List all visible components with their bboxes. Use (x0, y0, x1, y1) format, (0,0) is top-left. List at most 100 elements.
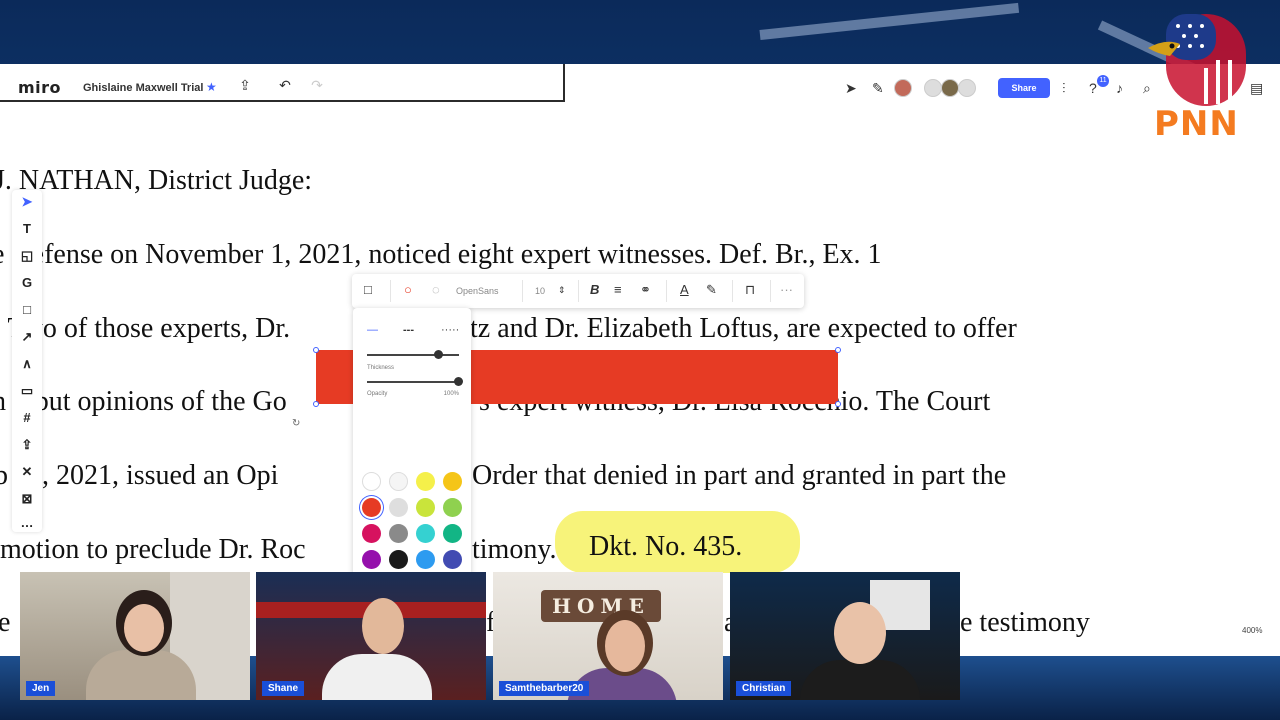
google-drive-icon[interactable]: G (19, 275, 35, 291)
opacity-knob[interactable] (454, 377, 463, 386)
avatar[interactable] (958, 79, 976, 97)
color-swatch[interactable] (389, 472, 408, 491)
video-tile-christian[interactable]: Christian (730, 572, 960, 700)
doc-line-4a: h rebut opinions of the Go (0, 386, 287, 417)
avatar[interactable] (894, 79, 912, 97)
face (834, 602, 886, 664)
participant-name: Shane (262, 681, 305, 696)
settings-sliders-icon[interactable]: ⫶ (1062, 80, 1066, 97)
fill-color-icon[interactable]: ◌ (432, 282, 440, 297)
color-swatch[interactable] (443, 498, 462, 517)
color-swatch[interactable] (416, 550, 435, 569)
upload-icon[interactable]: ⇪ (19, 437, 35, 453)
highlighter-icon[interactable]: ✎ (706, 282, 717, 298)
doc-line-7a: e (0, 607, 11, 638)
face (124, 604, 164, 652)
video-tile-jen[interactable]: Jen (20, 572, 250, 700)
highlighted-text: Dkt. No. 435. (589, 531, 743, 562)
participant-name: Samthebarber20 (499, 681, 590, 696)
comment-icon[interactable]: ▭ (19, 383, 35, 399)
lock-icon[interactable]: ⊓ (745, 282, 755, 298)
doc-line-1: J. NATHAN, District Judge: (0, 165, 313, 196)
selection-handle[interactable] (835, 347, 841, 353)
border-style-panel: — --- ····· Thickness Opacity 100% (353, 308, 471, 578)
video-tile-samthebarber20[interactable]: HOME Samthebarber20 (493, 572, 723, 700)
pen-tool-icon[interactable]: ∧ (19, 356, 35, 372)
text-tool-icon[interactable]: T (19, 221, 35, 237)
align-icon[interactable]: ≡ (614, 282, 622, 297)
color-swatch[interactable] (416, 498, 435, 517)
doc-line-7d: e testimony (960, 607, 1090, 638)
person (800, 660, 920, 700)
dashed-line-option[interactable]: --- (403, 324, 414, 336)
doc-line-5b: Order that denied in part and granted in… (472, 460, 1007, 491)
font-size-select[interactable]: 10 (535, 286, 545, 296)
cursor-icon[interactable]: ➤ (845, 80, 857, 97)
opacity-slider[interactable] (367, 377, 463, 386)
color-swatch[interactable] (443, 524, 462, 543)
board-title-panel: miro Ghislaine Maxwell Trial ★ ⇪ ↶ ↷ (0, 64, 565, 102)
border-color-icon[interactable]: ○ (404, 282, 412, 297)
font-size-stepper-icon[interactable]: ⇕ (558, 285, 566, 296)
thickness-slider[interactable] (367, 350, 459, 359)
color-swatch[interactable] (416, 524, 435, 543)
selection-handle[interactable] (313, 401, 319, 407)
redo-icon[interactable]: ↷ (308, 77, 326, 94)
text-color-icon[interactable]: A (680, 282, 689, 297)
solid-line-option[interactable]: — (367, 324, 378, 336)
bell-icon[interactable]: ♪ (1116, 80, 1123, 96)
doc-line-3b: tz and Dr. Elizabeth Loftus, are expecte… (470, 313, 1017, 344)
zoom-level[interactable]: 400% (1242, 626, 1262, 635)
person (86, 650, 196, 700)
bold-icon[interactable]: B (590, 282, 599, 297)
link-icon[interactable]: ⚭ (640, 282, 651, 298)
miro-board[interactable]: miro Ghislaine Maxwell Trial ★ ⇪ ↶ ↷ ➤ ✎… (0, 64, 1280, 656)
color-swatch[interactable] (416, 472, 435, 491)
dotted-line-option[interactable]: ····· (441, 324, 459, 336)
miro-logo[interactable]: miro (18, 78, 61, 97)
connection-line-icon[interactable]: ↗ (19, 329, 35, 345)
sticky-note-icon[interactable]: ◱ (19, 248, 35, 264)
color-swatch[interactable] (443, 472, 462, 491)
color-swatch[interactable] (362, 472, 381, 491)
color-swatch[interactable] (389, 550, 408, 569)
board-title[interactable]: Ghislaine Maxwell Trial (83, 82, 203, 94)
more-options-icon[interactable]: ··· (780, 282, 793, 297)
video-tile-shane[interactable]: Shane (256, 572, 486, 700)
shape-type-icon[interactable]: □ (364, 282, 372, 297)
top-bar: miro Ghislaine Maxwell Trial ★ ⇪ ↶ ↷ ➤ ✎… (0, 64, 1280, 112)
more-tools-icon[interactable]: … (19, 515, 35, 531)
undo-icon[interactable]: ↶ (276, 77, 294, 94)
participant-name: Jen (26, 681, 56, 696)
font-select[interactable]: OpenSans (456, 286, 499, 296)
pnn-logo-text: PNN (1154, 104, 1239, 144)
star-icon[interactable]: ★ (206, 80, 217, 94)
color-swatch[interactable] (362, 524, 381, 543)
celebrate-icon[interactable]: ✎ (872, 80, 884, 97)
rotate-icon[interactable]: ↻ (292, 418, 300, 429)
color-swatch[interactable] (362, 550, 381, 569)
select-cursor-icon[interactable]: ➤ (19, 194, 35, 210)
thickness-label: Thickness (367, 365, 395, 371)
context-toolbar: □ ○ ◌ OpenSans 10 ⇕ B ≡ ⚭ A ✎ ⊓ ··· (352, 274, 804, 308)
help-icon[interactable]: ? (1089, 80, 1097, 96)
selection-handle[interactable] (835, 401, 841, 407)
doc-line-6b: timony. (472, 534, 557, 565)
color-swatch[interactable] (389, 498, 408, 517)
avatar[interactable] (924, 79, 942, 97)
export-icon[interactable]: ⇪ (236, 77, 254, 94)
avatar[interactable] (941, 79, 959, 97)
selection-handle[interactable] (313, 347, 319, 353)
divider (732, 280, 733, 302)
thickness-knob[interactable] (433, 350, 443, 359)
color-swatch[interactable] (389, 524, 408, 543)
color-swatch[interactable] (443, 550, 462, 569)
shape-tool-icon[interactable]: □ (19, 302, 35, 318)
mind-map-icon[interactable]: ✕ (19, 464, 35, 480)
color-swatch[interactable] (362, 498, 381, 517)
apps-icon[interactable]: ⊠ (19, 491, 35, 507)
share-button[interactable]: Share (998, 78, 1050, 98)
doc-line-3a: . Two of those experts, Dr. (0, 313, 291, 344)
divider (522, 280, 523, 302)
frame-tool-icon[interactable]: # (19, 410, 35, 426)
